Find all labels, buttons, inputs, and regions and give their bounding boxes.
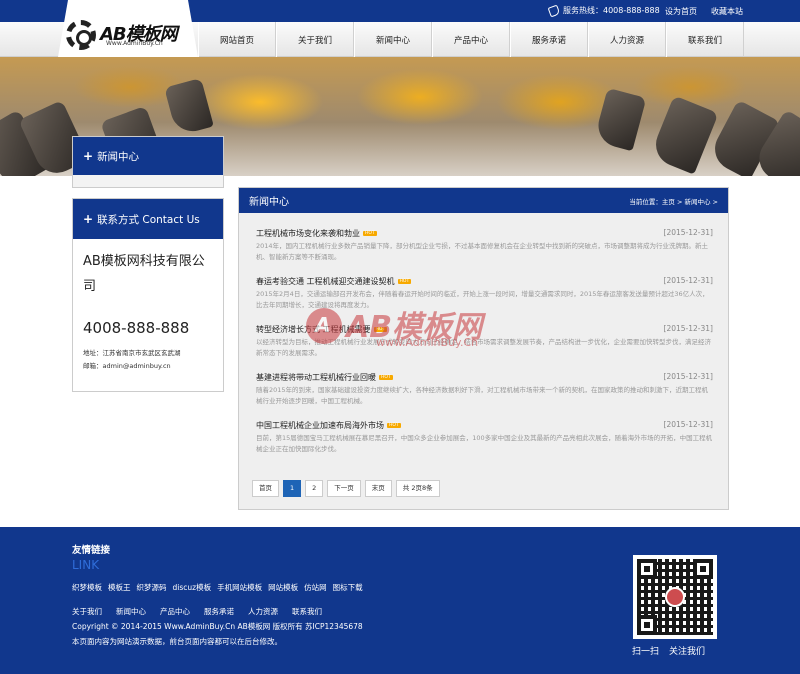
news-title-link[interactable]: 中国工程机械企业加速布局海外市场 HOT (256, 420, 401, 431)
pager-last[interactable]: 末页 (364, 480, 392, 497)
footer-nav: 关于我们 新闻中心 产品中心 服务承诺 人力资源 联系我们 (72, 606, 322, 617)
friend-link[interactable]: 仿站网 (304, 582, 327, 593)
friend-link[interactable]: 织梦模板 (72, 582, 102, 593)
logo-url: Www.AdminBuy.Cn (106, 40, 163, 47)
pager-total: 共 2页8条 (395, 480, 440, 497)
footer-nav-contact[interactable]: 联系我们 (292, 606, 322, 617)
list-item: 基建进程将带动工程机械行业回暖 HOT [2015-12-31] 随着2015年… (256, 372, 713, 420)
news-title-link[interactable]: 基建进程将带动工程机械行业回暖 HOT (256, 372, 393, 383)
sidebar-news-header[interactable]: + 新闻中心 (73, 137, 223, 175)
qr-finder (637, 615, 657, 635)
nav-item-contact[interactable]: 联系我们 (666, 22, 744, 57)
sidebar-news-box: + 新闻中心 (72, 136, 224, 188)
bucket-tooth (593, 87, 647, 152)
friend-link[interactable]: 织梦源码 (137, 582, 167, 593)
news-desc: 目前，第15届德国宝马工程机械展在慕尼黑召开，中国众多企业参加展会，100多家中… (256, 434, 713, 453)
hotline-text: 服务热线：4008-888-888 (563, 6, 660, 15)
watermark-url: www.AdminBuy.Cn (376, 336, 479, 349)
news-date: [2015-12-31] (663, 228, 713, 237)
friend-link[interactable]: 图标下载 (333, 582, 363, 593)
sidebar-news-title: 新闻中心 (97, 150, 140, 163)
friend-link[interactable]: discuz模板 (173, 582, 212, 593)
qr-code (633, 555, 717, 639)
watermark: A AB模板网 www.AdminBuy.Cn (306, 300, 506, 360)
qr-finder (693, 559, 713, 579)
nav-item-products[interactable]: 产品中心 (432, 22, 510, 57)
pager-next[interactable]: 下一页 (327, 480, 361, 497)
news-date: [2015-12-31] (663, 372, 713, 381)
news-desc: 随着2015年的到来，国家基础建设投资力度继续扩大，各种经济数据利好下滑，对工程… (256, 386, 709, 405)
top-links: 设为首页 收藏本站 (665, 6, 743, 17)
news-desc: 2014年，国内工程机械行业多数产品销量下降，部分机型企业亏损，不过基本面修复机… (256, 242, 709, 261)
news-panel-header: 新闻中心 当前位置：主页 > 新闻中心 > (239, 188, 728, 213)
gear-logo-icon (66, 20, 96, 50)
sidebar-contact-header: + 联系方式 Contact Us (73, 199, 223, 239)
footer-nav-service[interactable]: 服务承诺 (204, 606, 234, 617)
page-title: 新闻中心 (249, 197, 289, 208)
sidebar-contact-title: 联系方式 Contact Us (97, 213, 200, 226)
breadcrumb: 当前位置：主页 > 新闻中心 > (629, 197, 718, 206)
nav-item-home[interactable]: 网站首页 (198, 22, 276, 57)
bookmark-link[interactable]: 收藏本站 (711, 6, 743, 17)
phone-icon (547, 4, 561, 17)
news-title-link[interactable]: 春运考验交通 工程机械迎交通建设契机 HOT (256, 276, 412, 287)
qr-logo-icon (665, 587, 685, 607)
friend-link[interactable]: 模板王 (108, 582, 131, 593)
hot-badge: HOT (379, 375, 393, 380)
news-title: 中国工程机械企业加速布局海外市场 (256, 421, 384, 430)
friend-links-en: LINK (72, 558, 100, 572)
news-date: [2015-12-31] (663, 420, 713, 429)
footer-nav-news[interactable]: 新闻中心 (116, 606, 146, 617)
bucket-tooth (164, 77, 214, 137)
footer: 友情链接 LINK 织梦模板 模板王 织梦源码 discuz模板 手机网站模板 … (0, 527, 800, 674)
contact-details: 地址：江苏省南京市玄武区玄武湖 邮箱：admin@adminbuy.cn (83, 347, 181, 373)
qr-scan-text: 扫一扫 (632, 647, 660, 657)
nav-item-about[interactable]: 关于我们 (276, 22, 354, 57)
main-nav: 网站首页 关于我们 新闻中心 产品中心 服务承诺 人力资源 联系我们 (198, 22, 744, 57)
list-item: 工程机械市场变化来袭和勃业 HOT [2015-12-31] 2014年，国内工… (256, 228, 713, 276)
friend-links: 织梦模板 模板王 织梦源码 discuz模板 手机网站模板 网站模板 仿站网 图… (72, 582, 363, 593)
list-item: 中国工程机械企业加速布局海外市场 HOT [2015-12-31] 目前，第15… (256, 420, 713, 468)
sidebar-contact-box: + 联系方式 Contact Us AB模板网科技有限公司 4008-888-8… (72, 198, 224, 392)
set-home-link[interactable]: 设为首页 (665, 6, 697, 17)
news-title: 工程机械市场变化来袭和勃业 (256, 229, 360, 238)
bucket-tooth (649, 95, 719, 175)
qr-pattern (637, 559, 713, 635)
friend-links-title: 友情链接 (72, 545, 111, 556)
news-title: 春运考验交通 工程机械迎交通建设契机 (256, 277, 395, 286)
plus-icon: + (83, 149, 94, 163)
nav-item-service[interactable]: 服务承诺 (510, 22, 588, 57)
news-title-link[interactable]: 工程机械市场变化来袭和勃业 HOT (256, 228, 377, 239)
pager-first[interactable]: 首页 (252, 480, 279, 497)
contact-phone: 4008-888-888 (83, 319, 190, 337)
news-title: 基建进程将带动工程机械行业回暖 (256, 373, 376, 382)
qr-follow-text: 关注我们 (669, 647, 706, 657)
news-date: [2015-12-31] (663, 324, 713, 333)
footer-note: 本页面内容为网站演示数据，前台页面内容都可以在后台修改。 (72, 637, 282, 646)
contact-email: 邮箱：admin@adminbuy.cn (83, 362, 171, 370)
footer-nav-products[interactable]: 产品中心 (160, 606, 190, 617)
contact-address: 地址：江苏省南京市玄武区玄武湖 (83, 349, 181, 357)
nav-item-news[interactable]: 新闻中心 (354, 22, 432, 57)
pager-page-1[interactable]: 1 (283, 480, 302, 497)
footer-nav-hr[interactable]: 人力资源 (248, 606, 278, 617)
friend-link[interactable]: 网站模板 (268, 582, 298, 593)
pagination: 首页 1 2 下一页 末页 共 2页8条 (252, 480, 440, 497)
news-date: [2015-12-31] (663, 276, 713, 285)
pager-page-2[interactable]: 2 (305, 480, 324, 497)
watermark-logo-icon: A (306, 308, 342, 344)
hot-badge: HOT (387, 423, 401, 428)
nav-item-hr[interactable]: 人力资源 (588, 22, 666, 57)
hotline: 服务热线：4008-888-888 (547, 4, 660, 17)
footer-nav-about[interactable]: 关于我们 (72, 606, 102, 617)
hot-badge: HOT (363, 231, 377, 236)
plus-icon: + (83, 212, 94, 226)
qr-finder (637, 559, 657, 579)
qr-caption: 扫一扫 关注我们 (632, 644, 705, 657)
company-name: AB模板网科技有限公司 (83, 254, 205, 294)
logo[interactable]: AB模板网 Www.AdminBuy.Cn (66, 20, 186, 54)
hot-badge: HOT (397, 279, 412, 284)
friend-link[interactable]: 手机网站模板 (217, 582, 262, 593)
copyright: Copyright © 2014-2015 Www.AdminBuy.Cn AB… (72, 622, 363, 631)
